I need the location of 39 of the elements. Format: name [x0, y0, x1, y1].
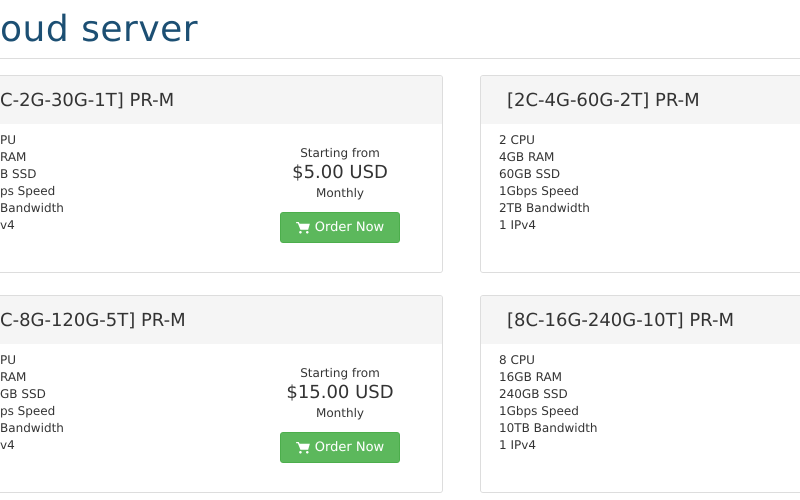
plan-name: C-2G-30G-1T] PR-M — [0, 90, 174, 110]
price-period: Monthly — [316, 405, 364, 422]
spec-line: GB SSD — [0, 386, 47, 403]
spec-line: 10TB Bandwidth — [499, 420, 598, 437]
spec-line: RAM — [0, 369, 28, 386]
spec-line: PU — [0, 132, 18, 149]
spec-line: Bandwidth — [0, 200, 64, 217]
order-button[interactable]: Order Now — [280, 432, 400, 463]
plan-name: C-8G-120G-5T] PR-M — [0, 310, 186, 330]
order-button[interactable]: Order Now — [280, 212, 400, 243]
cart-icon — [296, 442, 310, 454]
spec-line: ps Speed — [0, 403, 56, 420]
price-amount: $5.00 USD — [292, 162, 388, 184]
spec-line: 1 IPv4 — [499, 217, 537, 234]
spec-line: 1Gbps Speed — [499, 403, 580, 420]
spec-line: 60GB SSD — [499, 166, 562, 183]
price-period: Monthly — [316, 185, 364, 202]
price-amount: $15.00 USD — [286, 382, 394, 404]
spec-line: v4 — [0, 217, 16, 234]
cart-icon — [296, 222, 310, 234]
spec-line: 240GB SSD — [499, 386, 569, 403]
plan-name: [8C-16G-240G-10T] PR-M — [506, 310, 734, 330]
page-title: oud server — [0, 8, 200, 52]
plan-name: [2C-4G-60G-2T] PR-M — [506, 90, 700, 110]
price-label: Starting from — [300, 365, 380, 382]
price-label: Starting from — [300, 145, 380, 162]
spec-line: RAM — [0, 149, 28, 166]
spec-line: 16GB RAM — [499, 369, 564, 386]
spec-line: Bandwidth — [0, 420, 64, 437]
spec-line: v4 — [0, 437, 16, 454]
spec-line: PU — [0, 352, 18, 369]
spec-line: 8 CPU — [499, 352, 536, 369]
spec-line: 2TB Bandwidth — [499, 200, 590, 217]
spec-line: 2 CPU — [499, 132, 536, 149]
spec-line: 1 IPv4 — [499, 437, 537, 454]
spec-line: ps Speed — [0, 183, 56, 200]
spec-line: 1Gbps Speed — [499, 183, 580, 200]
spec-line: B SSD — [0, 166, 38, 183]
spec-line: 4GB RAM — [499, 149, 556, 166]
